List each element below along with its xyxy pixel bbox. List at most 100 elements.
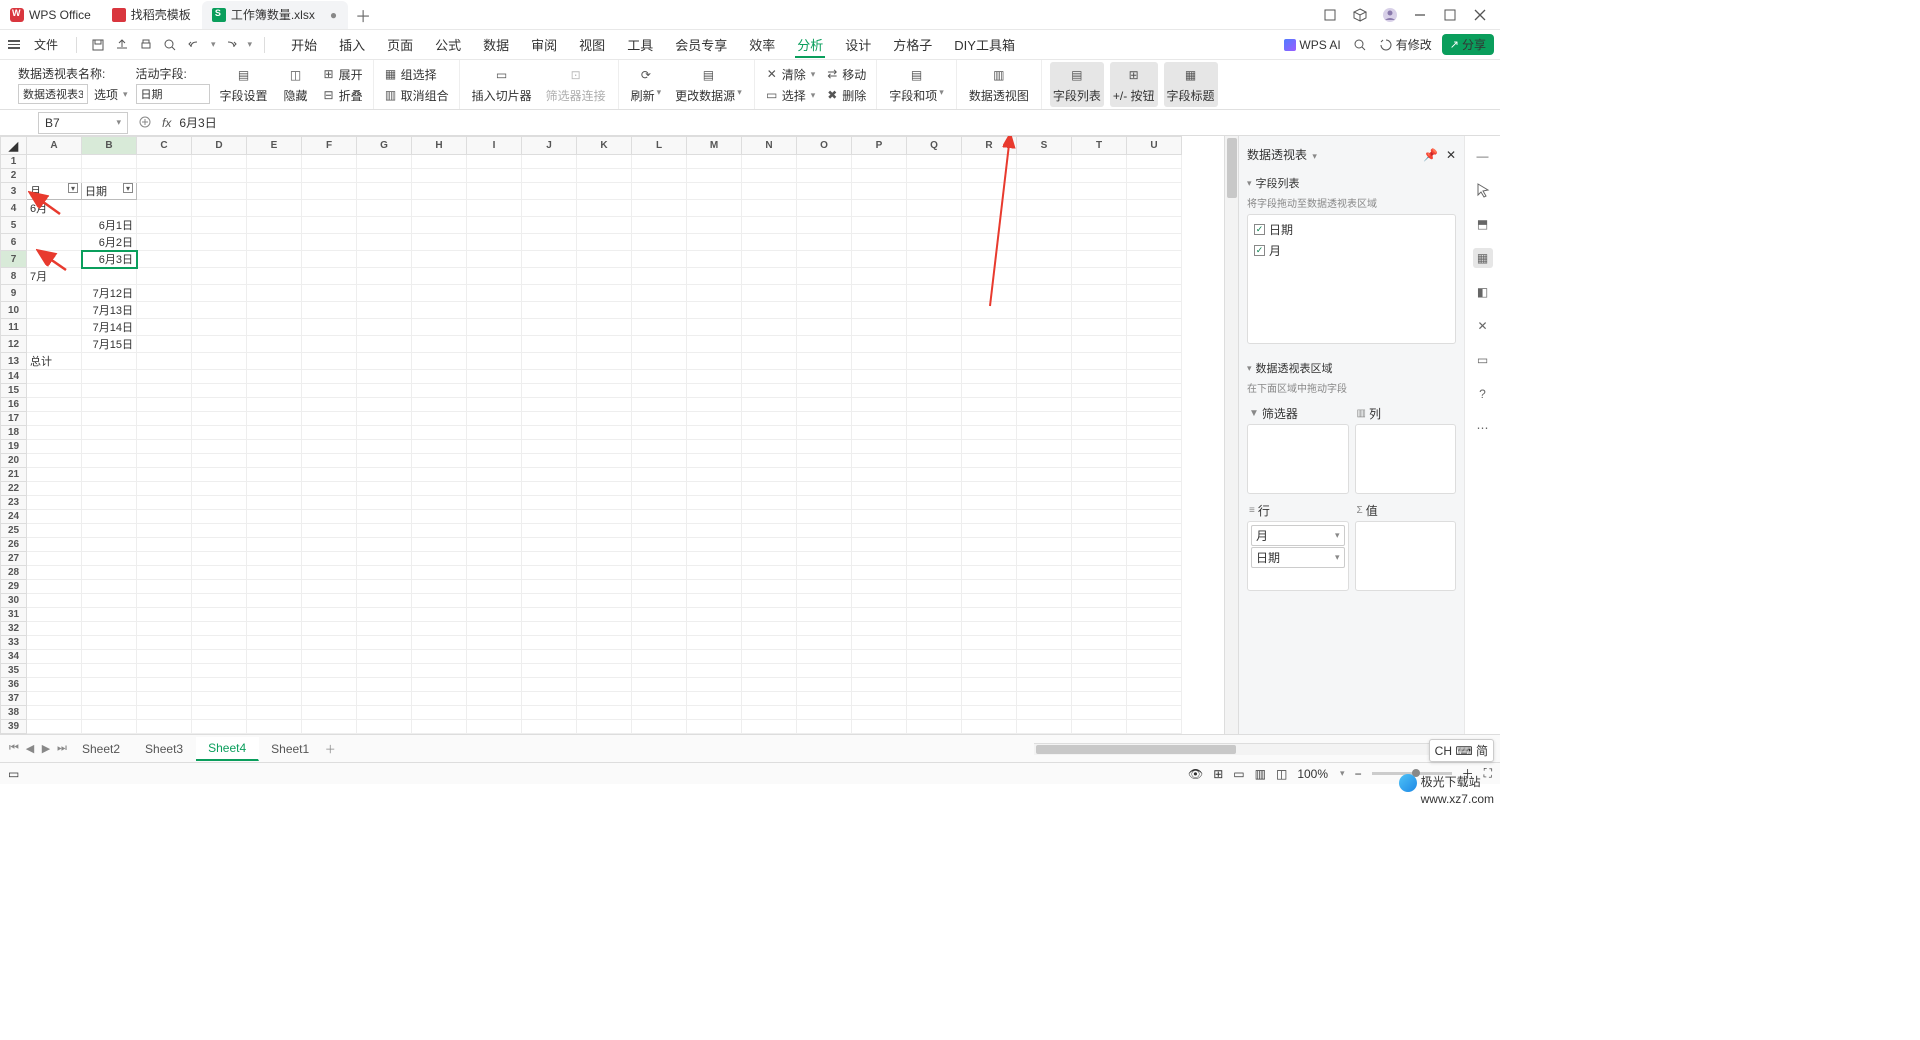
cell[interactable] [742, 155, 797, 169]
cell[interactable] [797, 692, 852, 706]
cell[interactable] [1127, 524, 1182, 538]
cell[interactable] [357, 319, 412, 336]
cell[interactable] [302, 200, 357, 217]
cell[interactable] [247, 398, 302, 412]
redo-icon[interactable] [222, 36, 240, 54]
row-header[interactable]: 4 [1, 200, 27, 217]
cell[interactable] [962, 706, 1017, 720]
cell[interactable] [1127, 608, 1182, 622]
cell[interactable] [82, 622, 137, 636]
bookmark-tool-icon[interactable]: ▭ [1473, 350, 1493, 370]
cell[interactable] [82, 524, 137, 538]
tab-data[interactable]: 数据 [481, 31, 511, 58]
cell[interactable] [27, 650, 82, 664]
tab-member[interactable]: 会员专享 [673, 31, 729, 58]
cell[interactable] [247, 734, 302, 735]
column-area[interactable] [1355, 424, 1457, 494]
cell[interactable] [852, 706, 907, 720]
row-header[interactable]: 29 [1, 580, 27, 594]
cell[interactable] [192, 510, 247, 524]
cell[interactable] [467, 538, 522, 552]
cell[interactable] [797, 608, 852, 622]
cell[interactable] [467, 336, 522, 353]
sheet-tab[interactable]: Sheet3 [133, 738, 196, 760]
cell[interactable] [907, 622, 962, 636]
cell[interactable] [1127, 412, 1182, 426]
cell[interactable] [1127, 566, 1182, 580]
cell[interactable] [632, 440, 687, 454]
tab-diy[interactable]: DIY工具箱 [952, 31, 1017, 58]
cell[interactable] [1127, 183, 1182, 200]
cell[interactable] [1127, 706, 1182, 720]
fx-expand-icon[interactable] [136, 114, 154, 132]
cell[interactable] [1017, 336, 1072, 353]
cell[interactable] [742, 720, 797, 734]
cell[interactable] [192, 636, 247, 650]
cell[interactable] [687, 319, 742, 336]
cell[interactable] [82, 468, 137, 482]
cell[interactable] [357, 285, 412, 302]
cell[interactable] [907, 384, 962, 398]
cell[interactable] [907, 720, 962, 734]
cell[interactable] [137, 217, 192, 234]
cell[interactable] [247, 482, 302, 496]
cell[interactable] [522, 664, 577, 678]
cell[interactable] [82, 636, 137, 650]
cell[interactable] [192, 650, 247, 664]
row-header[interactable]: 35 [1, 664, 27, 678]
cell[interactable] [1072, 169, 1127, 183]
cell[interactable] [1072, 302, 1127, 319]
cell[interactable] [1072, 650, 1127, 664]
cell[interactable] [467, 664, 522, 678]
col-header[interactable]: R [962, 137, 1017, 155]
cell[interactable] [632, 384, 687, 398]
cell[interactable] [687, 692, 742, 706]
col-header[interactable]: B [82, 137, 137, 155]
cell[interactable] [302, 622, 357, 636]
cell[interactable] [467, 720, 522, 734]
cell[interactable] [577, 524, 632, 538]
cell[interactable] [247, 234, 302, 251]
cell[interactable]: 7月15日 [82, 336, 137, 353]
filter-icon[interactable]: ▾ [123, 183, 133, 193]
cell[interactable] [192, 524, 247, 538]
cell[interactable] [412, 426, 467, 440]
cell[interactable] [522, 496, 577, 510]
field-header-button[interactable]: ▦字段标题 [1164, 62, 1218, 107]
cell[interactable] [302, 285, 357, 302]
cell[interactable] [1127, 440, 1182, 454]
cell[interactable] [302, 482, 357, 496]
view-normal-icon[interactable]: ▭ [1233, 767, 1244, 781]
cell[interactable] [1017, 468, 1072, 482]
cell[interactable] [852, 336, 907, 353]
cell[interactable] [1072, 440, 1127, 454]
cell[interactable] [907, 183, 962, 200]
cell[interactable] [467, 510, 522, 524]
cell[interactable] [577, 636, 632, 650]
cell[interactable] [742, 706, 797, 720]
col-header[interactable]: C [137, 137, 192, 155]
cell[interactable] [82, 650, 137, 664]
cell[interactable] [467, 251, 522, 268]
cell[interactable] [1127, 664, 1182, 678]
cell[interactable] [137, 234, 192, 251]
cell[interactable] [687, 440, 742, 454]
cell[interactable] [82, 720, 137, 734]
cell[interactable] [357, 353, 412, 370]
cell[interactable] [137, 510, 192, 524]
cell[interactable] [137, 720, 192, 734]
row-header[interactable]: 22 [1, 482, 27, 496]
expand-button[interactable]: ⊞展开 [320, 65, 365, 84]
cell[interactable] [357, 636, 412, 650]
undo-dropdown[interactable]: ▾ [211, 39, 216, 50]
cell[interactable] [797, 538, 852, 552]
cell[interactable] [467, 636, 522, 650]
cell[interactable] [412, 217, 467, 234]
cell[interactable] [412, 608, 467, 622]
cell[interactable] [522, 552, 577, 566]
cell[interactable] [357, 370, 412, 384]
row-header[interactable]: 12 [1, 336, 27, 353]
cell[interactable] [247, 440, 302, 454]
cell[interactable] [1127, 234, 1182, 251]
cell[interactable] [577, 692, 632, 706]
